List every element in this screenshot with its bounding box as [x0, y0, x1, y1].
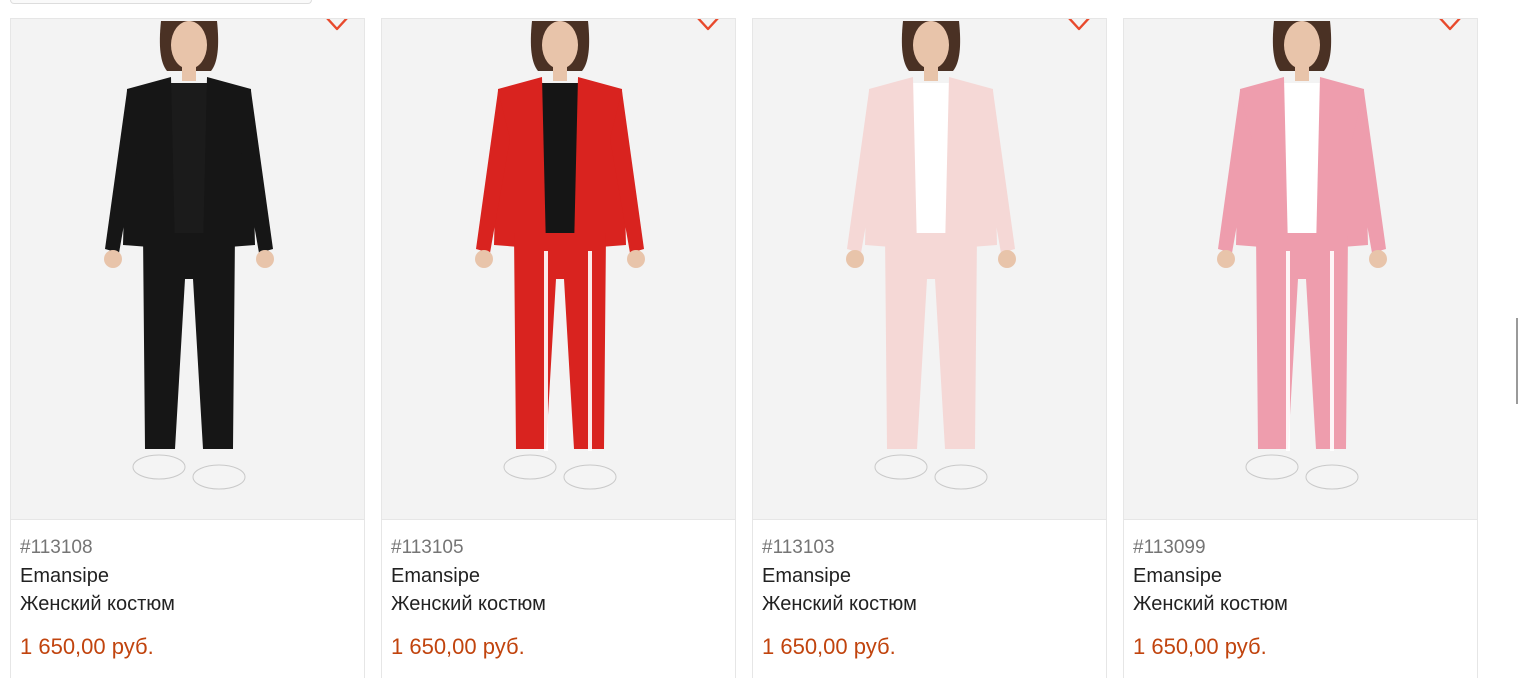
- model-figure: [846, 21, 1016, 490]
- product-image[interactable]: [11, 19, 364, 520]
- product-name[interactable]: Женский костюм: [762, 590, 1097, 618]
- product-info: #113099 Emansipe Женский костюм 1 650,00…: [1124, 520, 1477, 661]
- product-price: 1 650,00 руб.: [20, 634, 154, 659]
- product-brand[interactable]: Emansipe: [20, 562, 355, 590]
- favorite-heart-icon[interactable]: [1066, 19, 1092, 35]
- product-info: #113105 Emansipe Женский костюм 1 650,00…: [382, 520, 735, 661]
- favorite-heart-icon[interactable]: [1437, 19, 1463, 35]
- model-figure: [1217, 21, 1387, 490]
- product-sku: #113105: [391, 537, 464, 558]
- product-price: 1 650,00 руб.: [1133, 634, 1267, 659]
- product-card[interactable]: #113108 Emansipe Женский костюм 1 650,00…: [10, 18, 365, 678]
- product-card[interactable]: #113099 Emansipe Женский костюм 1 650,00…: [1123, 18, 1478, 678]
- favorite-heart-icon[interactable]: [324, 19, 350, 35]
- model-figure: [104, 21, 274, 490]
- product-image[interactable]: [1124, 19, 1477, 520]
- product-card[interactable]: #113105 Emansipe Женский костюм 1 650,00…: [381, 18, 736, 678]
- product-name[interactable]: Женский костюм: [20, 590, 355, 618]
- product-grid: #113108 Emansipe Женский костюм 1 650,00…: [10, 18, 1478, 678]
- product-price: 1 650,00 руб.: [391, 634, 525, 659]
- search-box-edge[interactable]: [10, 0, 312, 4]
- product-card[interactable]: #113103 Emansipe Женский костюм 1 650,00…: [752, 18, 1107, 678]
- product-image[interactable]: [753, 19, 1106, 520]
- product-price: 1 650,00 руб.: [762, 634, 896, 659]
- product-brand[interactable]: Emansipe: [762, 562, 1097, 590]
- product-name[interactable]: Женский костюм: [391, 590, 726, 618]
- favorite-heart-icon[interactable]: [695, 19, 721, 35]
- product-info: #113108 Emansipe Женский костюм 1 650,00…: [11, 520, 364, 661]
- product-name[interactable]: Женский костюм: [1133, 590, 1468, 618]
- product-brand[interactable]: Emansipe: [1133, 562, 1468, 590]
- product-sku: #113099: [1133, 537, 1206, 558]
- product-image[interactable]: [382, 19, 735, 520]
- product-brand[interactable]: Emansipe: [391, 562, 726, 590]
- product-sku: #113108: [20, 537, 93, 558]
- product-info: #113103 Emansipe Женский костюм 1 650,00…: [753, 520, 1106, 661]
- scrollbar-thumb[interactable]: [1516, 318, 1518, 404]
- product-sku: #113103: [762, 537, 835, 558]
- model-figure: [475, 21, 645, 490]
